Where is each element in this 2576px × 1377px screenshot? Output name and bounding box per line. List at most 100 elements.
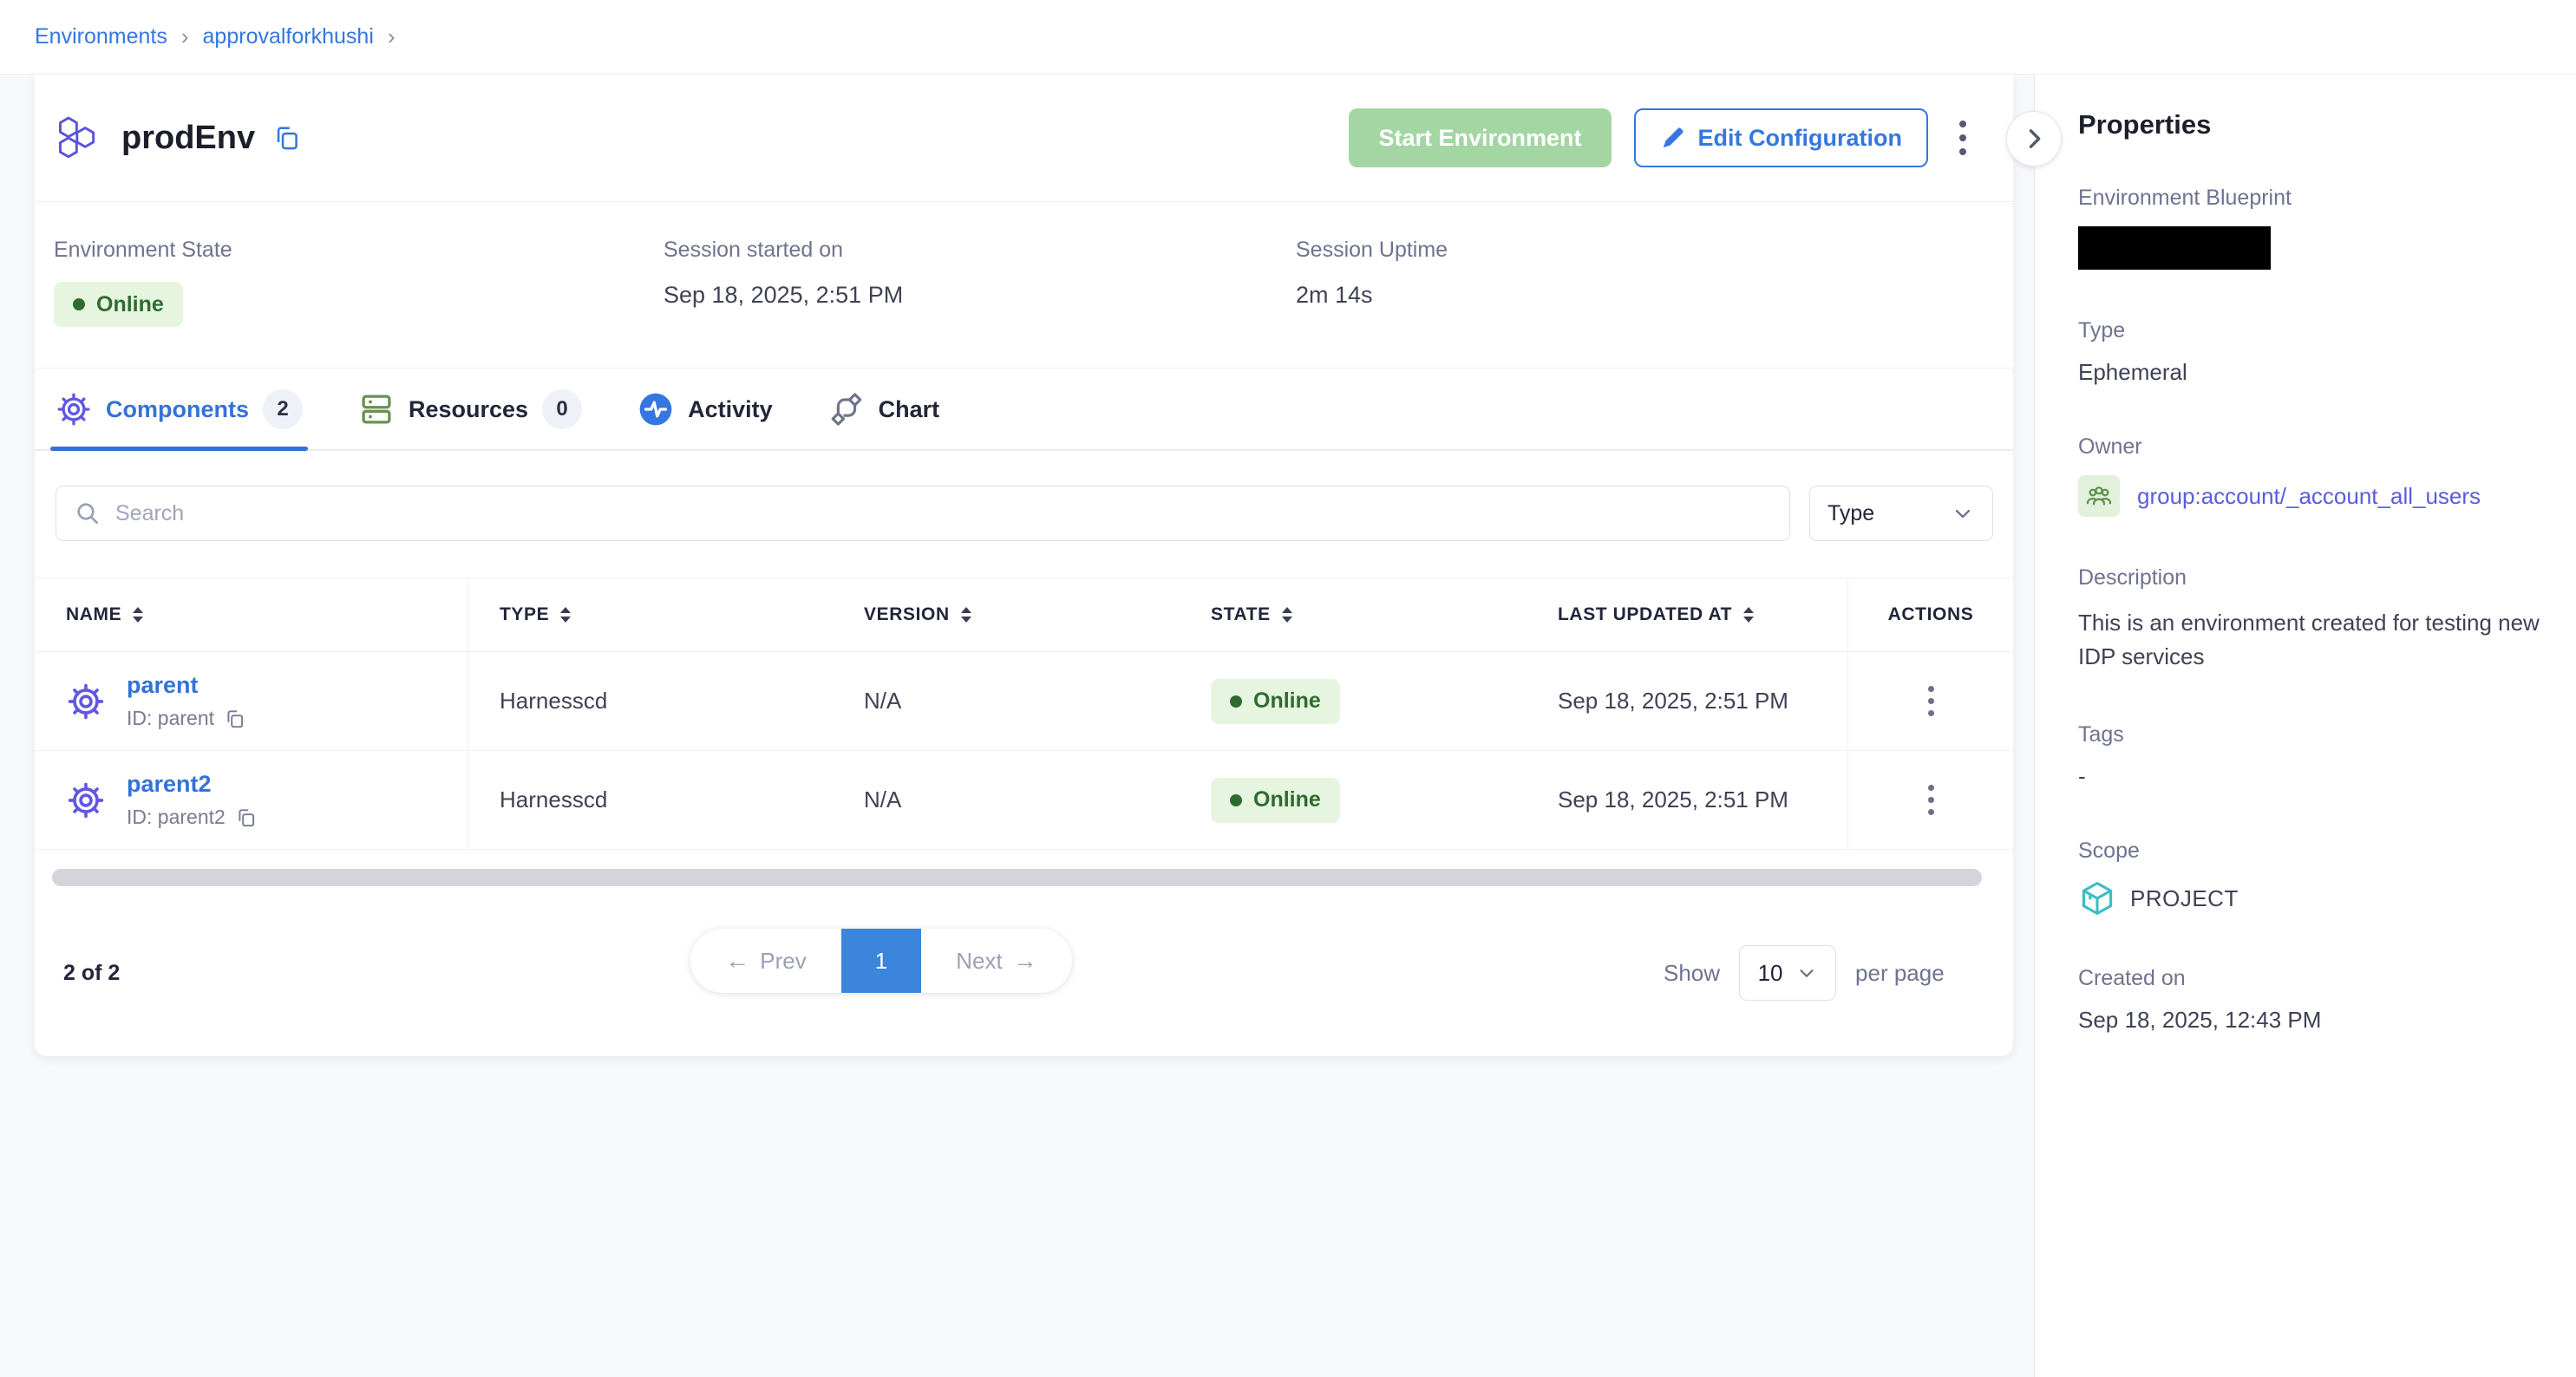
search-box (56, 486, 1790, 541)
column-header-version[interactable]: VERSION (833, 578, 1180, 651)
prev-page-button[interactable]: ← Prev (690, 929, 841, 993)
chevron-right-icon (2019, 124, 2049, 153)
sort-icon (1282, 607, 1292, 623)
component-link[interactable]: parent2 (127, 771, 258, 798)
component-id: ID: parent2 (127, 806, 226, 829)
environment-state-value: Online (96, 292, 164, 317)
environment-state-field: Environment State Online (54, 238, 232, 327)
last-updated-cell: Sep 18, 2025, 2:51 PM (1527, 751, 1847, 849)
created-on-label: Created on (2078, 966, 2543, 991)
component-id: ID: parent (127, 707, 214, 730)
environment-header: prodEnv Start Environment Edit Configura… (35, 75, 2013, 202)
environment-state-badge: Online (54, 282, 183, 327)
name-cell: parent ID: parent (35, 652, 468, 750)
description-label: Description (2078, 565, 2543, 591)
online-ring-icon (1230, 695, 1242, 708)
type-filter-label: Type (1827, 501, 1874, 526)
owner-label: Owner (2078, 434, 2543, 460)
page-size-dropdown[interactable]: 10 (1739, 945, 1836, 1001)
copy-id-icon[interactable] (224, 708, 246, 730)
session-uptime-value: 2m 14s (1296, 282, 1448, 309)
session-uptime-label: Session Uptime (1296, 238, 1448, 263)
start-environment-button[interactable]: Start Environment (1349, 108, 1611, 167)
column-header-name[interactable]: NAME (35, 578, 468, 651)
type-filter-dropdown[interactable]: Type (1809, 486, 1993, 541)
page-number-button[interactable]: 1 (841, 929, 921, 993)
tab-resources-count: 0 (542, 389, 582, 429)
type-cell: Harnesscd (468, 652, 833, 750)
column-header-last-updated[interactable]: LAST UPDATED AT (1527, 578, 1847, 651)
table-row: parent ID: parent Harnesscd N/A (35, 652, 2013, 751)
name-cell: parent2 ID: parent2 (35, 751, 468, 849)
page-size-value: 10 (1758, 960, 1783, 987)
component-link[interactable]: parent (127, 672, 246, 699)
pencil-icon (1660, 125, 1686, 151)
environment-hexagon-icon (54, 113, 104, 163)
tab-components[interactable]: Components 2 (56, 369, 303, 449)
search-input[interactable] (115, 501, 1772, 526)
state-cell: Online (1180, 751, 1527, 849)
breadcrumb-link-environment[interactable]: approvalforkhushi (203, 24, 374, 49)
online-ring-icon (1230, 794, 1242, 806)
copy-id-icon[interactable] (235, 806, 258, 829)
state-cell: Online (1180, 652, 1527, 750)
arrow-left-icon: ← (725, 947, 749, 975)
breadcrumb-bar: Environments › approvalforkhushi › (0, 0, 2576, 75)
chart-flow-icon (828, 391, 865, 427)
pagination-summary: 2 of 2 (63, 961, 120, 986)
scope-row: PROJECT (2078, 879, 2543, 917)
copy-title-icon[interactable] (272, 123, 302, 153)
column-header-actions: ACTIONS (1847, 578, 2013, 651)
page-size-control: Show 10 per page (1664, 945, 1945, 1001)
sort-icon (560, 607, 571, 623)
tab-components-label: Components (106, 396, 249, 423)
collapse-panel-button[interactable] (2006, 111, 2062, 166)
environment-detail-card: prodEnv Start Environment Edit Configura… (35, 75, 2013, 1056)
search-icon (74, 499, 101, 527)
next-page-button[interactable]: Next → (921, 929, 1072, 993)
tab-activity[interactable]: Activity (637, 369, 773, 449)
header-actions: Start Environment Edit Configuration (1349, 108, 1975, 167)
last-updated-cell: Sep 18, 2025, 2:51 PM (1527, 652, 1847, 750)
column-header-type[interactable]: TYPE (468, 578, 833, 651)
type-cell: Harnesscd (468, 751, 833, 849)
row-actions-kebab[interactable] (1921, 778, 1941, 822)
edit-configuration-button[interactable]: Edit Configuration (1634, 108, 1928, 167)
sort-icon (133, 607, 143, 623)
tags-value: - (2078, 763, 2543, 790)
breadcrumb-link-environments[interactable]: Environments (35, 24, 167, 49)
tags-label: Tags (2078, 722, 2543, 747)
components-table: NAME TYPE VERSION STATE LAST UPDATED AT … (35, 578, 2013, 850)
session-uptime-field: Session Uptime 2m 14s (1296, 238, 1448, 309)
tab-chart[interactable]: Chart (828, 369, 940, 449)
horizontal-scrollbar[interactable] (52, 869, 1982, 886)
environment-menu-kebab[interactable] (1951, 114, 1975, 162)
actions-cell (1847, 652, 2013, 750)
table-header-row: NAME TYPE VERSION STATE LAST UPDATED AT … (35, 578, 2013, 652)
row-state-badge: Online (1211, 778, 1340, 823)
filter-row: Type (35, 453, 2013, 578)
session-started-field: Session started on Sep 18, 2025, 2:51 PM (664, 238, 903, 309)
tab-components-count: 2 (263, 389, 303, 429)
arrow-right-icon: → (1013, 947, 1037, 975)
chevron-down-icon (1795, 962, 1818, 984)
created-on-value: Sep 18, 2025, 12:43 PM (2078, 1007, 2543, 1034)
gear-icon (66, 780, 106, 820)
sort-icon (1743, 607, 1754, 623)
tab-resources-label: Resources (409, 396, 528, 423)
properties-heading: Properties (2078, 109, 2543, 140)
tab-resources[interactable]: Resources 0 (358, 369, 582, 449)
version-cell: N/A (833, 652, 1180, 750)
column-header-state[interactable]: STATE (1180, 578, 1527, 651)
type-label: Type (2078, 318, 2543, 343)
breadcrumb-separator-icon: › (181, 23, 189, 50)
row-state-badge: Online (1211, 679, 1340, 724)
breadcrumb: Environments › approvalforkhushi › (35, 23, 396, 50)
tab-activity-label: Activity (688, 396, 773, 423)
scope-label: Scope (2078, 839, 2543, 864)
row-actions-kebab[interactable] (1921, 679, 1941, 723)
title-wrap: prodEnv (54, 113, 302, 163)
show-label: Show (1664, 960, 1720, 987)
group-users-icon (2078, 475, 2120, 517)
owner-group-link[interactable]: group:account/_account_all_users (2137, 483, 2481, 510)
